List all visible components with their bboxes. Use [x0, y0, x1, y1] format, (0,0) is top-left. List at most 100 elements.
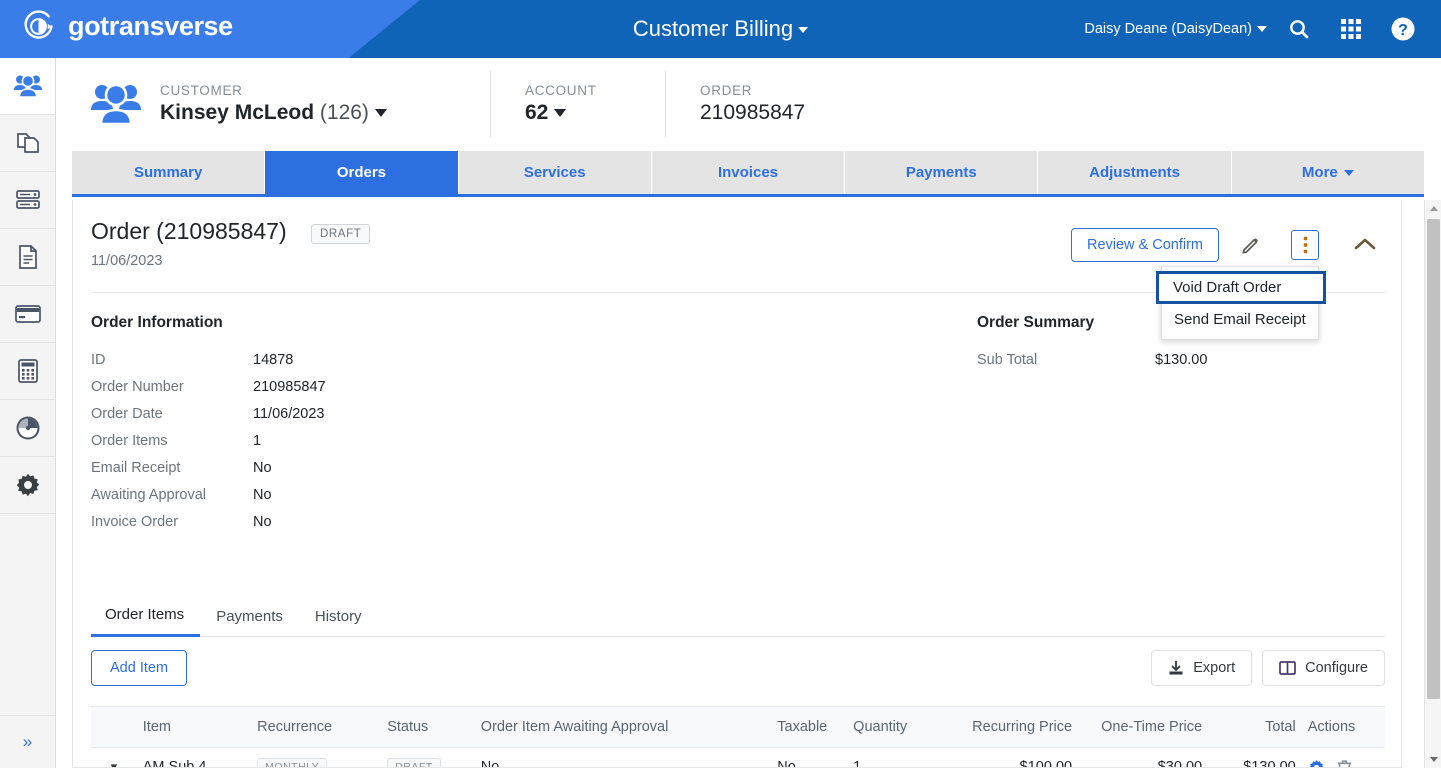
info-value: 210985847 [253, 378, 326, 395]
tab-invoices[interactable]: Invoices [651, 151, 846, 194]
gauge-icon [16, 416, 39, 440]
tab-adjustments[interactable]: Adjustments [1038, 151, 1232, 194]
brand-name: gotransverse [68, 11, 233, 41]
cell-one-time-price: $30.00 [1078, 747, 1209, 767]
col-one-time-price[interactable]: One-Time Price [1078, 706, 1209, 748]
sidebar-item-products[interactable] [0, 115, 55, 172]
cell-actions [1301, 747, 1385, 768]
status-badge: DRAFT [311, 224, 371, 244]
tab-payments[interactable]: Payments [845, 151, 1039, 194]
table-row[interactable]: ▾ AM Sub 4 MONTHLY DRAFT No No 1 $100.00… [91, 747, 1385, 768]
order-label: ORDER [700, 83, 753, 98]
sidebar-item-calculations[interactable] [0, 343, 55, 400]
gear-icon [16, 473, 39, 497]
brand-logo[interactable]: gotransverse [20, 8, 233, 45]
add-item-button[interactable]: Add Item [91, 650, 188, 686]
col-taxable[interactable]: Taxable [771, 706, 848, 748]
main-tabs: Summary Orders Services Invoices Payment… [72, 151, 1424, 197]
info-value: No [253, 459, 272, 476]
context-divider-1 [490, 71, 491, 137]
row-expand-chevron-down-icon[interactable]: ▾ [91, 747, 137, 767]
people-icon [13, 74, 42, 98]
help-icon[interactable]: ? [1377, 0, 1429, 58]
col-recurrence[interactable]: Recurrence [251, 706, 382, 748]
tab-more[interactable]: More [1231, 151, 1424, 194]
sidebar-item-settings[interactable] [0, 457, 55, 514]
subtab-order-items[interactable]: Order Items [91, 595, 201, 637]
context-bar: CUSTOMER Kinsey McLeod (126) ACCOUNT 62 … [56, 58, 1441, 150]
order-items-table-wrap: Item Recurrence Status Order Item Awaiti… [91, 706, 1385, 768]
col-quantity[interactable]: Quantity [847, 706, 952, 748]
scrollbar-thumb[interactable] [1427, 219, 1440, 699]
apps-grid-icon[interactable] [1325, 0, 1377, 58]
info-key: Order Number [91, 378, 184, 395]
search-icon[interactable] [1273, 0, 1325, 58]
copy-pages-icon [16, 133, 39, 153]
customer-value: Kinsey McLeod (126) [160, 101, 490, 125]
collapse-chevron-up-icon[interactable] [1347, 229, 1383, 261]
cell-item: AM Sub 4 [136, 747, 252, 767]
col-status[interactable]: Status [381, 706, 475, 748]
chevron-down-icon[interactable] [554, 109, 567, 118]
cell-recurrence: MONTHLY [251, 747, 382, 767]
table-header-row: Item Recurrence Status Order Item Awaiti… [91, 706, 1385, 748]
tab-summary[interactable]: Summary [72, 151, 266, 194]
sidebar-item-billing[interactable] [0, 286, 55, 343]
context-customer[interactable]: CUSTOMER Kinsey McLeod (126) [160, 83, 490, 125]
customer-label: CUSTOMER [160, 83, 243, 98]
menu-item-send-email-receipt[interactable]: Send Email Receipt [1162, 304, 1318, 335]
subtab-history[interactable]: History [299, 595, 378, 637]
info-key: Email Receipt [91, 459, 181, 476]
sidebar-item-documents[interactable] [0, 229, 55, 286]
info-key: Invoice Order [91, 513, 179, 530]
info-value: No [253, 486, 272, 503]
summary-key: Sub Total [977, 351, 1038, 368]
context-account[interactable]: ACCOUNT 62 [525, 83, 665, 125]
server-stack-icon [15, 190, 40, 209]
row-delete-trash-icon[interactable] [1337, 759, 1352, 768]
col-total[interactable]: Total [1208, 706, 1302, 748]
edit-pencil-icon[interactable] [1233, 229, 1269, 261]
sidebar-expand-button[interactable]: » [0, 715, 55, 768]
items-toolbar-right: Export Configure [1151, 650, 1385, 686]
tab-orders[interactable]: Orders [265, 151, 459, 194]
row-settings-gear-icon[interactable] [1308, 759, 1325, 768]
info-value: 14878 [253, 351, 294, 368]
panel-header: Order (210985847) DRAFT 11/06/2023 Revie… [73, 200, 1401, 340]
col-item[interactable]: Item [136, 706, 252, 748]
app-title[interactable]: Customer Billing [633, 16, 809, 42]
col-awaiting-approval[interactable]: Order Item Awaiting Approval [474, 706, 772, 748]
scroll-down-arrow-icon[interactable] [1425, 751, 1441, 768]
order-detail-panel: Order (210985847) DRAFT 11/06/2023 Revie… [72, 200, 1402, 768]
order-date-subtitle: 11/06/2023 [91, 253, 163, 269]
cell-status: DRAFT [381, 747, 475, 767]
summary-row: Sub Total $130.00 [977, 346, 1207, 373]
review-confirm-button[interactable]: Review & Confirm [1070, 228, 1219, 262]
order-summary-list: Sub Total $130.00 [977, 346, 1207, 373]
cell-recurring-price: $100.00 [951, 747, 1079, 767]
col-recurring-price[interactable]: Recurring Price [951, 706, 1079, 748]
info-row: Invoice Order No [91, 508, 326, 535]
tab-services[interactable]: Services [458, 151, 652, 194]
sidebar-item-servers[interactable] [0, 172, 55, 229]
col-actions: Actions [1301, 706, 1385, 748]
info-key: ID [91, 351, 106, 368]
configure-button[interactable]: Configure [1262, 650, 1385, 686]
account-label: ACCOUNT [525, 83, 597, 98]
more-actions-button[interactable] [1291, 230, 1319, 260]
info-row: Awaiting Approval No [91, 481, 326, 508]
export-button[interactable]: Export [1151, 650, 1253, 686]
info-value: 1 [253, 432, 262, 449]
order-value: 210985847 [700, 101, 806, 124]
scroll-up-arrow-icon[interactable] [1425, 200, 1441, 217]
subtab-payments[interactable]: Payments [200, 595, 299, 637]
menu-item-void-draft-order[interactable]: Void Draft Order [1156, 271, 1326, 304]
chevron-down-icon[interactable] [374, 109, 387, 118]
left-sidebar: » [0, 58, 56, 768]
chevron-down-icon [1343, 169, 1354, 176]
info-key: Order Items [91, 432, 168, 449]
sidebar-item-customers[interactable] [0, 58, 55, 115]
vertical-scrollbar[interactable] [1424, 200, 1441, 768]
sidebar-item-dashboard[interactable] [0, 400, 55, 457]
user-menu[interactable]: Daisy Deane (DaisyDean) [1084, 21, 1273, 37]
